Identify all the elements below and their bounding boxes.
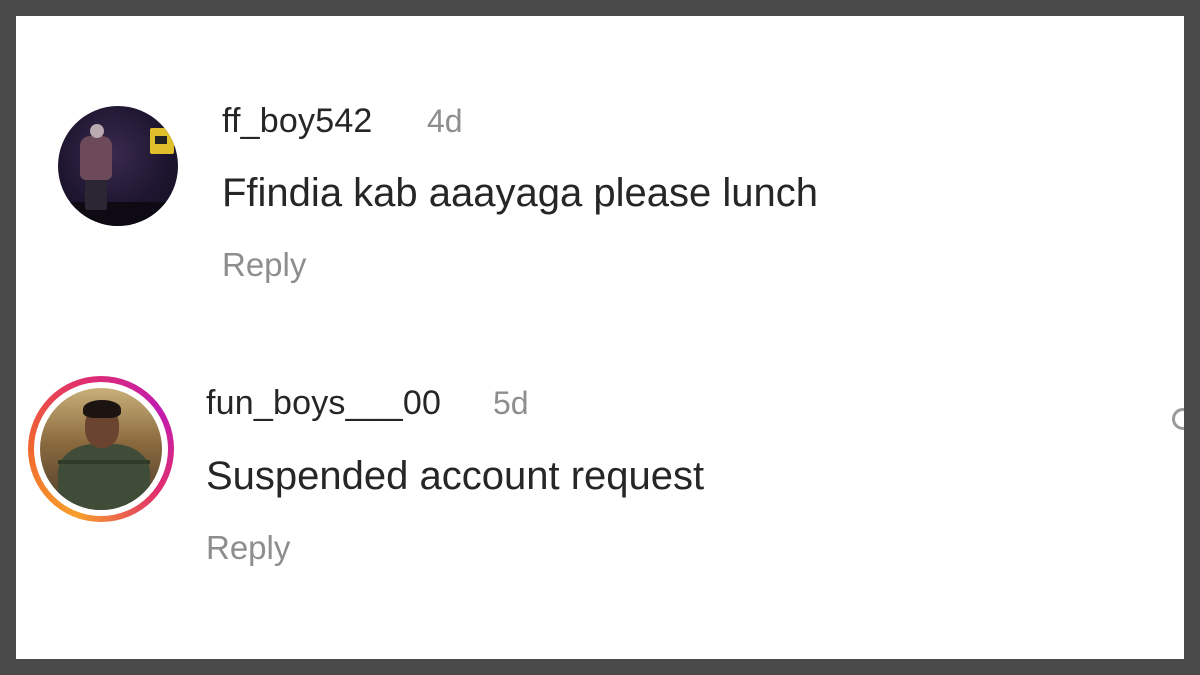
comment-text: Suspended account request bbox=[206, 454, 705, 498]
avatar-stage bbox=[58, 202, 178, 226]
avatar-figure-legs bbox=[85, 178, 107, 210]
comment-text: Ffindia kab aaayaga please lunch bbox=[222, 171, 818, 215]
comment-timestamp: 4d bbox=[427, 103, 463, 139]
avatar[interactable] bbox=[40, 388, 162, 510]
comment-timestamp: 5d bbox=[493, 385, 529, 421]
reply-button[interactable]: Reply bbox=[222, 246, 306, 284]
avatar-sign-mark bbox=[155, 136, 167, 144]
avatar-hair bbox=[83, 400, 121, 418]
comment-username[interactable]: ff_boy542 bbox=[222, 102, 373, 141]
comments-panel: ff_boy542 4d Ffindia kab aaayaga please … bbox=[16, 16, 1184, 659]
avatar[interactable] bbox=[58, 106, 178, 226]
like-heart-icon[interactable] bbox=[1172, 408, 1184, 430]
avatar-shirt-stripe bbox=[58, 460, 150, 464]
avatar-figure-body bbox=[80, 136, 112, 180]
avatar-shirt bbox=[58, 444, 150, 510]
story-ring[interactable] bbox=[28, 376, 174, 522]
reply-button[interactable]: Reply bbox=[206, 529, 290, 567]
comment-username[interactable]: fun_boys___00 bbox=[206, 384, 441, 423]
avatar-figure-head bbox=[90, 124, 104, 138]
